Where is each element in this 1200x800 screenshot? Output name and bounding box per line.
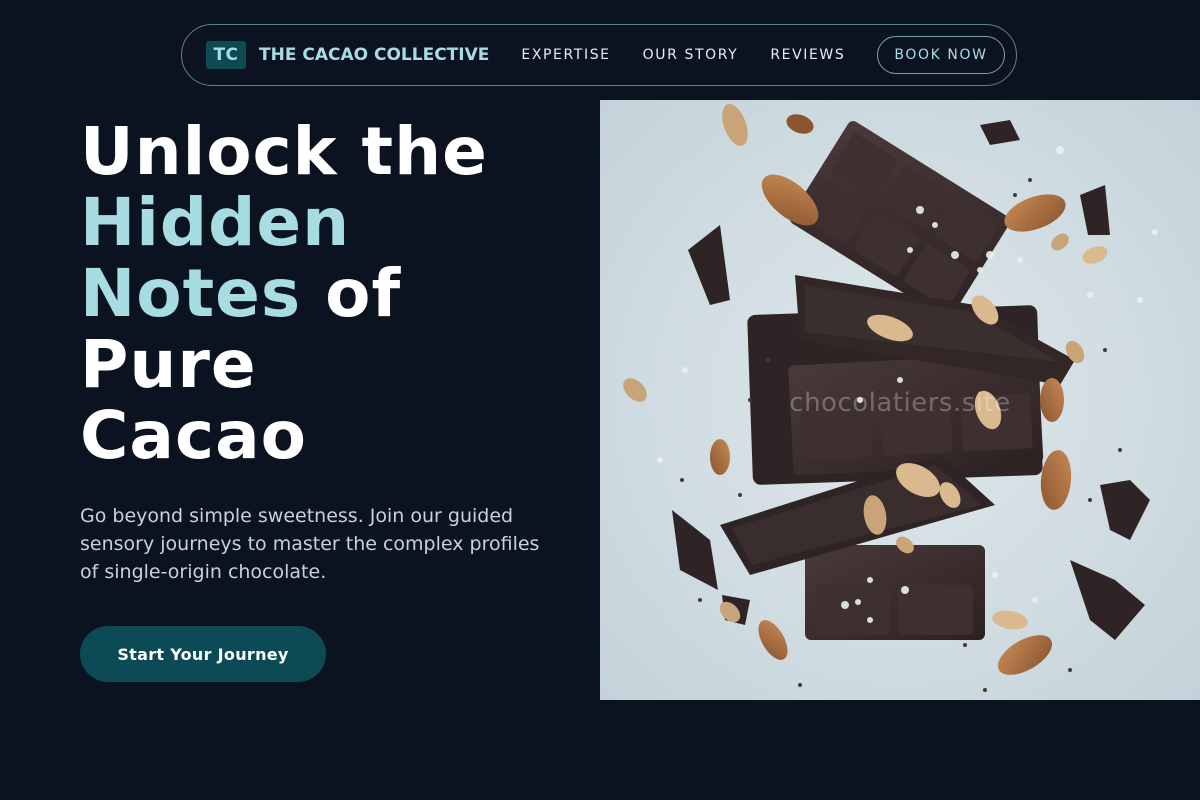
image-watermark: chocolatiers.site [789,388,1011,418]
hero-title-of: of [301,255,402,332]
logo-mark: TC [206,41,246,69]
landing-page: TC THE CACAO COLLECTIVE EXPERTISE OUR ST… [0,0,1200,800]
nav-link-expertise[interactable]: EXPERTISE [521,47,610,63]
hero-chocolate-image: chocolatiers.site [600,100,1200,700]
top-navigation: TC THE CACAO COLLECTIVE EXPERTISE OUR ST… [181,24,1017,86]
brand-logo[interactable]: TC THE CACAO COLLECTIVE [206,41,489,69]
hero-title-line1: Unlock the [80,113,488,190]
hero-subtitle: Go beyond simple sweetness. Join our gui… [80,505,540,583]
nav-link-reviews[interactable]: REVIEWS [770,47,845,63]
hero-title: Unlock the Hidden Notes of Pure Cacao [80,116,580,471]
nav-link-our-story[interactable]: OUR STORY [643,47,739,63]
book-now-button[interactable]: BOOK NOW [877,36,1005,74]
brand-name: THE CACAO COLLECTIVE [259,45,490,65]
start-journey-button[interactable]: Start Your Journey [80,626,326,682]
hero-title-line4: Cacao [80,397,307,474]
nav-links: EXPERTISE OUR STORY REVIEWS [521,47,877,63]
hero-title-line3: Pure [80,326,257,403]
